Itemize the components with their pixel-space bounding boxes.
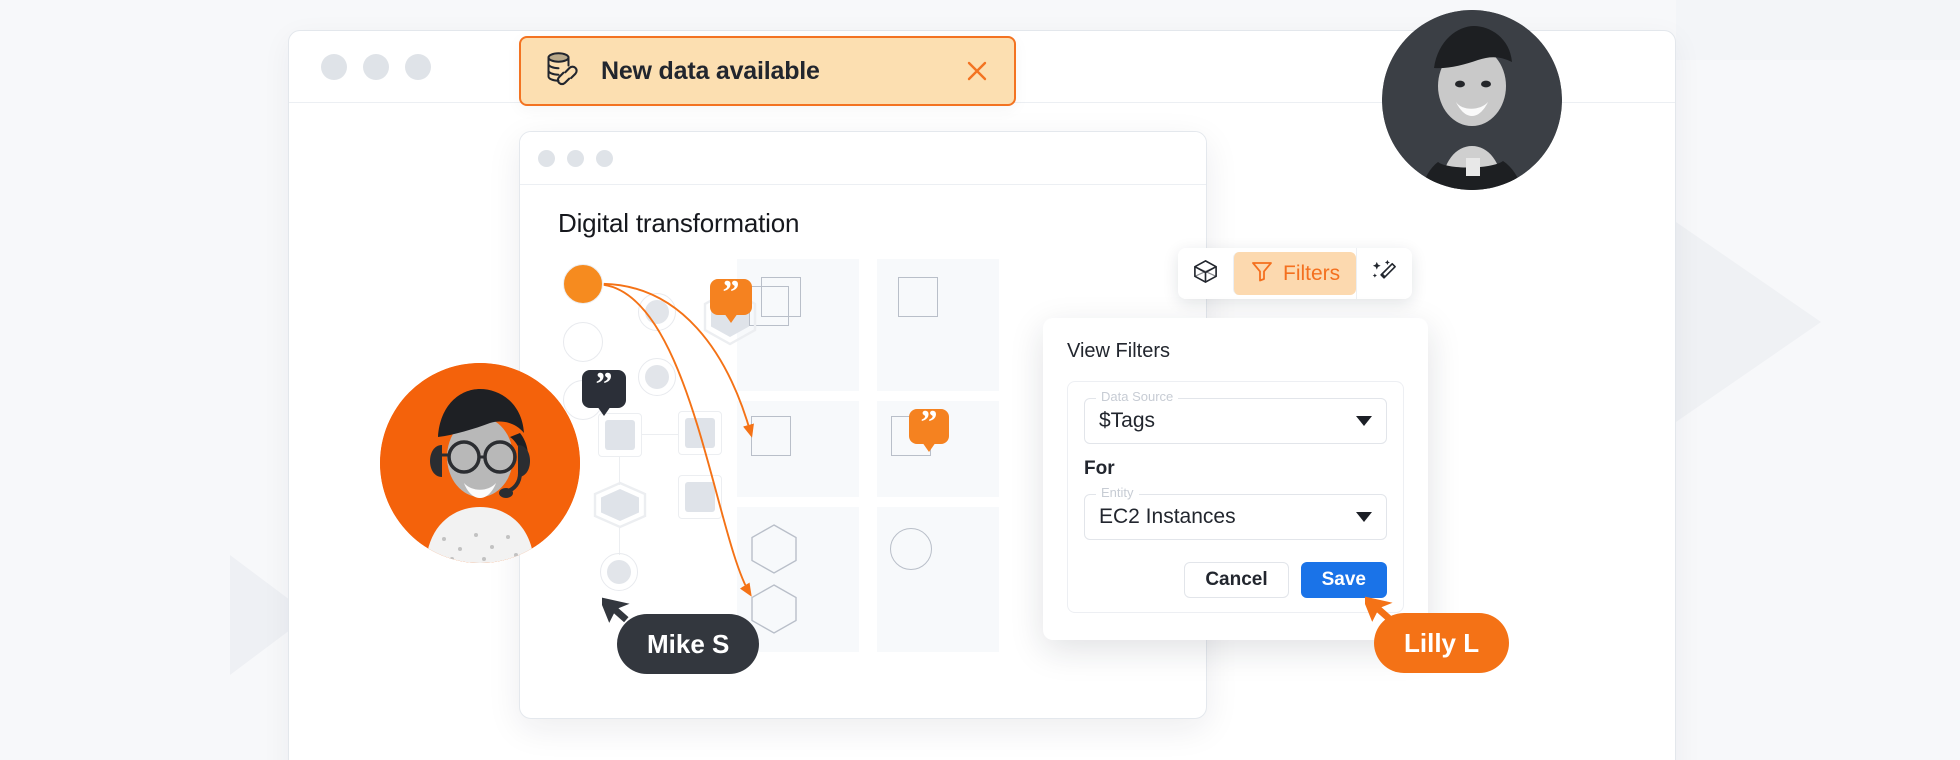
diagram-circle-empty <box>563 322 603 362</box>
screenshot-root: Digital transformation ” ” ” New data av… <box>0 0 1960 760</box>
toast-message: New data available <box>601 56 820 85</box>
inner-traffic-lights <box>538 150 613 167</box>
data-source-field[interactable]: $Tags Data Source <box>1084 389 1387 444</box>
diagram-square-outline <box>751 416 791 456</box>
panel-actions: Cancel Save <box>1084 562 1387 598</box>
inner-close-dot[interactable] <box>538 150 555 167</box>
notification-toast: New data available <box>519 36 1016 106</box>
diagram-square-filled <box>678 475 722 519</box>
filters-button[interactable]: Filters <box>1233 252 1357 295</box>
background-band-top <box>1676 0 1960 60</box>
cancel-button[interactable]: Cancel <box>1184 562 1289 598</box>
window-close-dot[interactable] <box>321 54 347 80</box>
data-source-select[interactable]: $Tags <box>1084 398 1387 444</box>
window-maximize-dot[interactable] <box>405 54 431 80</box>
window-minimize-dot[interactable] <box>363 54 389 80</box>
chevron-down-icon[interactable] <box>1356 416 1372 426</box>
grid-card <box>877 507 999 652</box>
comment-bubble-orange-mid[interactable]: ” <box>909 403 949 452</box>
cube-icon-button[interactable] <box>1178 248 1233 299</box>
outer-traffic-lights <box>321 54 431 80</box>
collaborator-name: Lilly L <box>1404 627 1480 658</box>
diagram-connector-line <box>642 434 678 436</box>
collaborator-name: Mike S <box>647 628 730 659</box>
entity-value: EC2 Instances <box>1099 505 1236 528</box>
inner-titlebar <box>520 132 1206 185</box>
diagram-circle-filled <box>638 358 676 396</box>
diagram-hexagon-filled <box>593 481 647 529</box>
diagram-square-filled <box>598 413 642 457</box>
diagram-square-outline <box>898 277 938 317</box>
data-source-value: $Tags <box>1099 409 1156 432</box>
comment-bubble-orange-top[interactable]: ” <box>710 274 752 323</box>
entity-select[interactable]: EC2 Instances <box>1084 494 1387 540</box>
grid-card <box>877 259 999 391</box>
cube-icon <box>1192 258 1219 290</box>
background-triangle-right <box>1676 222 1821 422</box>
quote-glyph: ” <box>595 366 613 403</box>
diagram-circle-outline <box>890 528 932 570</box>
diagram-square-filled <box>678 411 722 455</box>
diagram-node-active[interactable] <box>563 264 603 304</box>
inner-maximize-dot[interactable] <box>596 150 613 167</box>
entity-field[interactable]: EC2 Instances Entity <box>1084 485 1387 540</box>
diagram-hexagon-outline <box>751 524 797 574</box>
comment-bubble-dark[interactable]: ” <box>582 366 626 416</box>
page-title: Digital transformation <box>558 208 800 238</box>
avatar-lilly-l[interactable] <box>380 363 580 563</box>
diagram-circle-filled <box>600 553 638 591</box>
close-icon[interactable] <box>962 56 992 86</box>
avatar-mike-s[interactable] <box>1382 10 1562 190</box>
chevron-down-icon[interactable] <box>1356 512 1372 522</box>
quote-glyph: ” <box>920 403 938 441</box>
funnel-icon <box>1250 259 1274 289</box>
entity-label: Entity <box>1096 485 1139 500</box>
magic-wand-icon <box>1371 258 1398 290</box>
diagram-connector-line <box>619 527 621 555</box>
diagram-hexagon-outline <box>751 584 797 634</box>
database-link-icon <box>543 49 583 94</box>
panel-title: View Filters <box>1067 340 1170 362</box>
inner-minimize-dot[interactable] <box>567 150 584 167</box>
name-tag-lilly-l: Lilly L <box>1374 613 1510 673</box>
for-label: For <box>1084 458 1115 479</box>
filters-label: Filters <box>1283 261 1341 285</box>
data-source-label: Data Source <box>1096 389 1179 404</box>
magic-wand-button[interactable] <box>1356 248 1413 299</box>
name-tag-mike-s: Mike S <box>617 614 760 674</box>
quote-glyph: ” <box>722 274 740 311</box>
diagram-circle-filled <box>638 293 676 331</box>
panel-body: $Tags Data Source For EC2 Instances Enti… <box>1067 381 1404 613</box>
view-toolbar[interactable]: Filters <box>1178 248 1413 299</box>
